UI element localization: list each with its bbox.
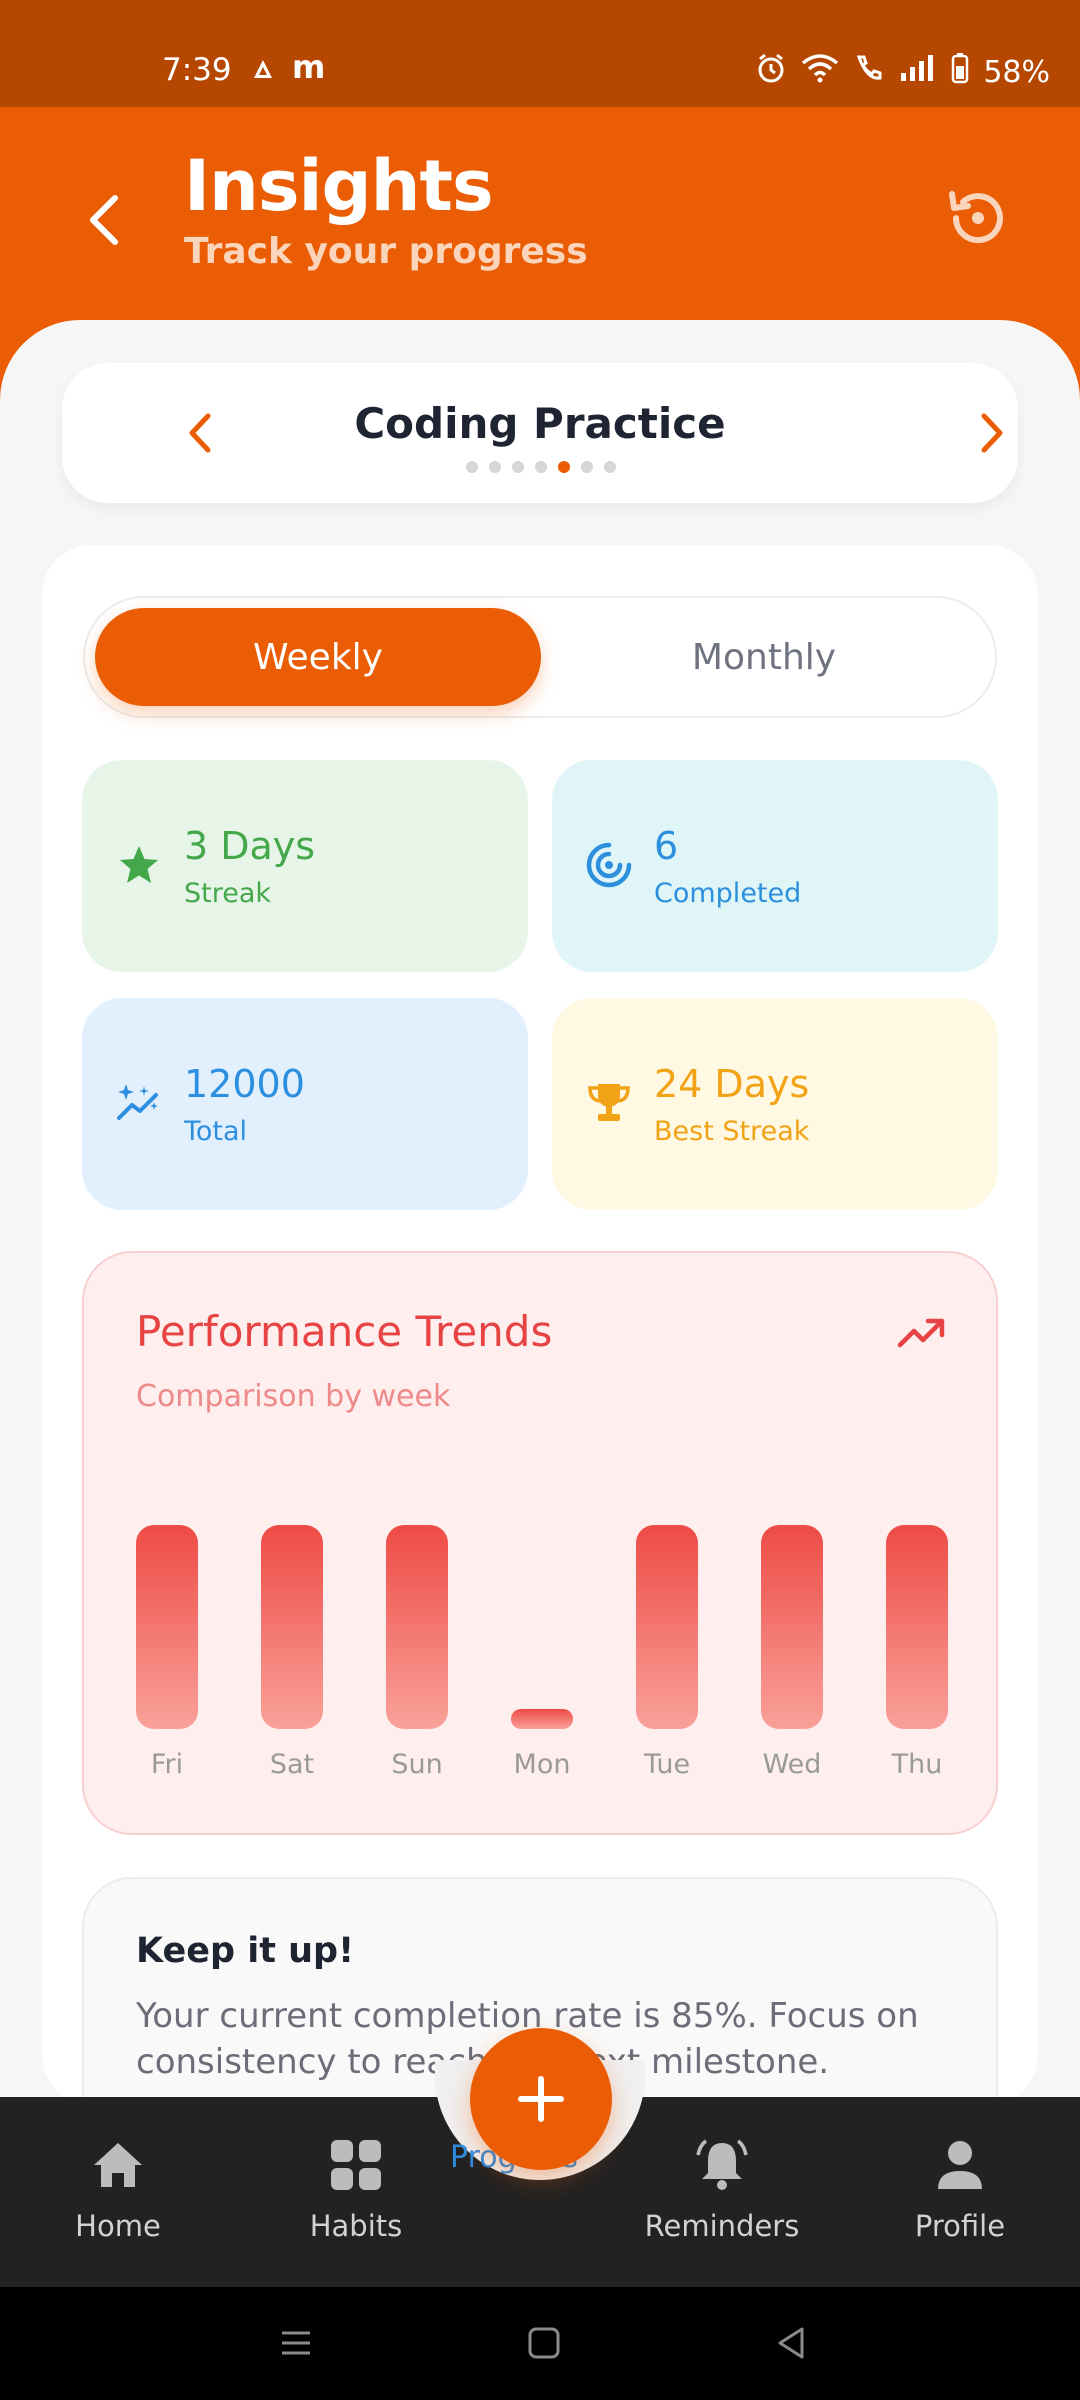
- home-system-icon[interactable]: [524, 2323, 564, 2363]
- cell-signal-icon: [899, 53, 937, 91]
- next-habit-button[interactable]: [968, 403, 1018, 463]
- trend-day-label: Sun: [391, 1749, 442, 1780]
- page-dot-active[interactable]: [558, 461, 570, 473]
- trend-day-label: Fri: [151, 1749, 183, 1780]
- stat-value: 12000: [184, 1062, 305, 1106]
- back-arrow-icon: [90, 195, 118, 245]
- call-icon: [853, 53, 885, 91]
- trend-bar-fri: [136, 1525, 198, 1729]
- trend-bar-sun: [386, 1525, 448, 1729]
- stat-completed: 6 Completed: [552, 760, 998, 972]
- m-icon: m: [292, 48, 326, 86]
- stat-value: 24 Days: [654, 1062, 810, 1106]
- sparkle-trend-icon: [117, 1084, 158, 1120]
- stat-label: Best Streak: [654, 1116, 810, 1147]
- stat-value: 3 Days: [184, 824, 316, 868]
- system-nav-bar: [0, 2287, 1080, 2400]
- nav-habits[interactable]: Habits: [256, 2135, 456, 2243]
- page-dot[interactable]: [604, 461, 616, 473]
- chevron-right-icon: [981, 413, 1003, 453]
- bell-icon: [692, 2135, 752, 2195]
- trend-day-label: Mon: [514, 1749, 571, 1780]
- trend-day-label: Tue: [643, 1749, 690, 1780]
- trend-day-label: Wed: [763, 1749, 822, 1780]
- person-icon: [930, 2135, 990, 2195]
- monthly-tab[interactable]: Monthly: [541, 608, 987, 706]
- stat-best-streak: 24 Days Best Streak: [552, 998, 998, 1210]
- page-dot[interactable]: [512, 461, 524, 473]
- page-title: Insights: [184, 145, 494, 227]
- status-time: 7:39: [162, 52, 232, 88]
- wifi-icon: [801, 53, 839, 91]
- plus-icon: [518, 2076, 564, 2122]
- nav-label: Habits: [309, 2209, 403, 2243]
- nav-label: Reminders: [644, 2209, 800, 2243]
- period-toggle: Weekly Monthly: [83, 596, 997, 718]
- page-dot[interactable]: [535, 461, 547, 473]
- recents-icon[interactable]: [276, 2323, 316, 2363]
- add-habit-fab[interactable]: [470, 2028, 612, 2170]
- trend-bar-tue: [636, 1525, 698, 1729]
- stat-total: 12000 Total: [82, 998, 528, 1210]
- alarm-icon: [755, 52, 787, 92]
- trend-bar-sat: [261, 1525, 323, 1729]
- status-right: 58%: [755, 52, 1050, 92]
- trend-bar-chart: Fri Sat Sun Mon Tue Wed Thu: [136, 1525, 948, 1780]
- reset-icon: [949, 191, 1003, 244]
- nav-label: Home: [75, 2209, 161, 2243]
- home-icon: [88, 2135, 148, 2195]
- habit-name: Coding Practice: [354, 399, 726, 448]
- trophy-icon: [588, 1084, 630, 1121]
- nav-reminders[interactable]: Reminders: [622, 2135, 822, 2243]
- nav-profile[interactable]: Profile: [860, 2135, 1060, 2243]
- tip-title: Keep it up!: [136, 1931, 355, 1971]
- page-dot[interactable]: [466, 461, 478, 473]
- stat-label: Streak: [184, 878, 272, 909]
- target-icon: [586, 842, 632, 888]
- nav-home[interactable]: Home: [18, 2135, 218, 2243]
- page-dot[interactable]: [489, 461, 501, 473]
- status-bar: 7:39 m 58%: [0, 0, 1080, 107]
- stat-label: Total: [184, 1116, 248, 1147]
- battery-icon: [951, 52, 969, 92]
- nav-label: Profile: [914, 2209, 1006, 2243]
- trend-day-label: Thu: [891, 1749, 943, 1780]
- weekly-tab[interactable]: Weekly: [95, 608, 541, 706]
- insights-screen: 7:39 m 58% Insights Track your progress …: [0, 0, 1080, 2400]
- trend-bar-mon: [511, 1709, 573, 1729]
- stat-streak: 3 Days Streak: [82, 760, 528, 972]
- battery-percent: 58%: [983, 54, 1050, 90]
- grid-icon: [326, 2135, 386, 2195]
- star-icon: [120, 846, 158, 883]
- trend-bar-thu: [886, 1525, 948, 1729]
- stat-value: 6: [654, 824, 679, 868]
- reset-button[interactable]: [940, 180, 1016, 256]
- back-system-icon[interactable]: [772, 2323, 812, 2363]
- trend-day-label: Sat: [270, 1749, 314, 1780]
- performance-trends-card: Performance Trends Comparison by week Fr…: [82, 1251, 998, 1835]
- page-subtitle: Track your progress: [184, 231, 588, 272]
- back-button[interactable]: [78, 185, 128, 255]
- habit-switcher: Coding Practice: [62, 363, 1018, 503]
- stat-label: Completed: [654, 878, 802, 909]
- page-dot[interactable]: [581, 461, 593, 473]
- trend-bar-wed: [761, 1525, 823, 1729]
- habit-page-dots: [466, 461, 616, 473]
- signal-icon-a: [252, 54, 274, 87]
